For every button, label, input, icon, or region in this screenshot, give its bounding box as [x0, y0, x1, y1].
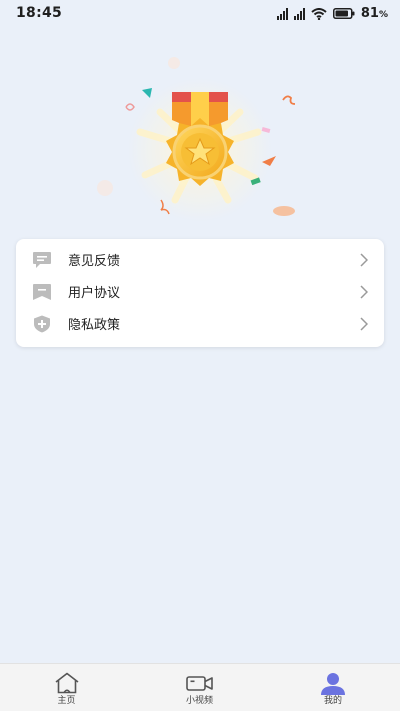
menu-item-label: 意见反馈 — [68, 254, 121, 269]
signal-icon-2 — [293, 7, 305, 20]
menu-item-label: 用户协议 — [68, 286, 121, 301]
wifi-icon — [311, 7, 327, 20]
video-camera-icon — [185, 676, 213, 691]
chevron-right-icon — [360, 317, 368, 331]
status-time: 18:45 — [16, 5, 63, 21]
tab-short-video[interactable]: 小视频 — [133, 664, 266, 711]
tab-home-label: 主页 — [57, 696, 76, 706]
menu-item-feedback[interactable]: 意见反馈 — [16, 244, 384, 276]
menu-item-user-agreement[interactable]: 用户协议 — [16, 276, 384, 308]
bottom-tab-bar: 主页 小视频 我的 — [0, 663, 400, 711]
chevron-right-icon — [360, 253, 368, 267]
tab-home[interactable]: 主页 — [0, 664, 133, 711]
feedback-icon — [33, 252, 51, 268]
status-bar: 18:45 81% — [0, 0, 400, 28]
tab-short-video-label: 小视频 — [185, 696, 213, 706]
medal-illustration — [0, 40, 400, 230]
menu-item-privacy-policy[interactable]: 隐私政策 — [16, 308, 384, 340]
agreement-icon — [33, 284, 51, 300]
tab-mine-label: 我的 — [323, 696, 342, 706]
chevron-right-icon — [360, 285, 368, 299]
tab-mine[interactable]: 我的 — [266, 664, 400, 711]
status-indicators: 81% — [276, 6, 388, 21]
home-icon — [55, 672, 78, 694]
signal-icon — [276, 7, 288, 20]
privacy-shield-icon — [34, 315, 50, 333]
battery-icon — [332, 8, 355, 19]
settings-menu-card: 意见反馈 用户协议 隐私政策 — [16, 239, 384, 347]
battery-percent: 81% — [360, 6, 388, 21]
medal-icon — [97, 57, 296, 222]
menu-item-label: 隐私政策 — [68, 318, 121, 333]
